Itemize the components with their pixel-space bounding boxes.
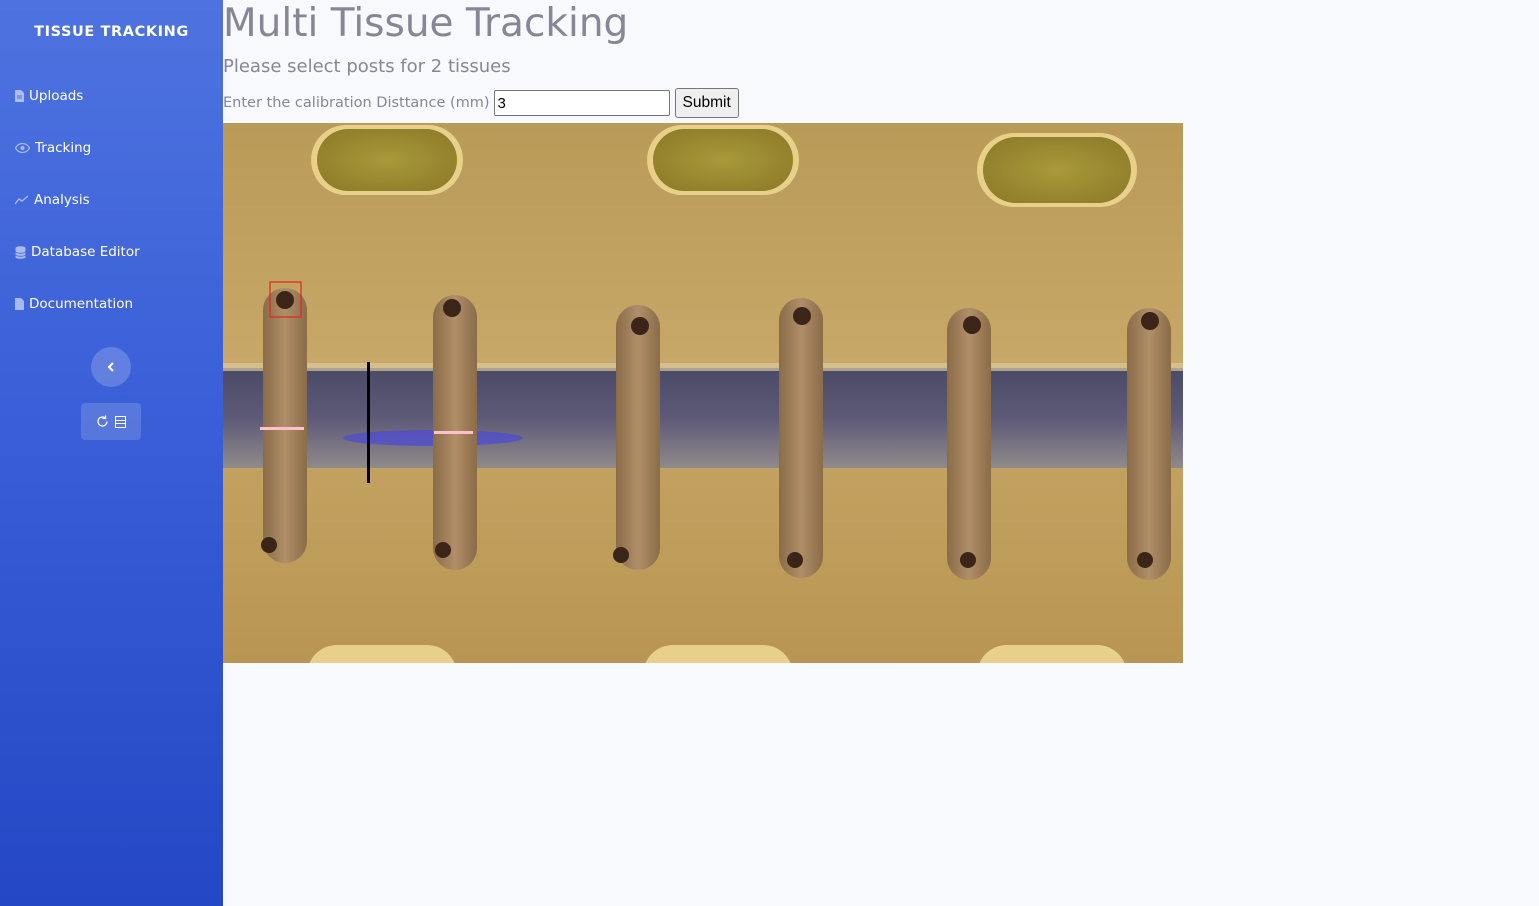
sidebar-item-label: Analysis [34, 192, 90, 208]
sidebar-item-tracking[interactable]: Tracking [15, 137, 91, 159]
page-subtitle: Please select posts for 2 tissues [223, 56, 511, 77]
sidebar-item-label: Documentation [29, 296, 134, 312]
tissue-video-frame[interactable] [223, 123, 1183, 663]
chart-line-icon [15, 195, 29, 205]
sidebar-item-label: Tracking [35, 140, 92, 156]
file-icon [15, 298, 24, 310]
tissue-marker-1 [260, 427, 304, 430]
calibration-row: Enter the calibration Disttance (mm) Sub… [223, 88, 739, 118]
sidebar: TISSUE TRACKING Uploads Tracking Analysi… [0, 0, 223, 906]
submit-button[interactable]: Submit [674, 88, 739, 118]
calibration-line [367, 362, 370, 483]
refresh-icon [97, 415, 108, 427]
sidebar-item-label: Database Editor [31, 244, 140, 260]
sidebar-brand[interactable]: TISSUE TRACKING [0, 24, 223, 40]
chevron-left-icon [107, 362, 114, 372]
tissue-marker-2 [434, 431, 473, 434]
sidebar-item-label: Uploads [29, 88, 84, 104]
sidebar-extra-button[interactable] [81, 403, 141, 440]
wells-bottom [309, 645, 1125, 663]
sidebar-toggle-button[interactable] [91, 347, 131, 387]
database-icon [15, 245, 26, 259]
page-title: Multi Tissue Tracking [223, 1, 629, 46]
list-icon [115, 415, 126, 428]
sidebar-item-documentation[interactable]: Documentation [15, 293, 133, 315]
sidebar-item-database-editor[interactable]: Database Editor [15, 241, 140, 263]
sidebar-item-uploads[interactable]: Uploads [15, 85, 83, 107]
sidebar-item-analysis[interactable]: Analysis [15, 189, 90, 211]
file-icon [15, 90, 24, 102]
eye-icon [15, 143, 30, 153]
calibration-distance-input[interactable] [493, 90, 670, 116]
calibration-label: Enter the calibration Disttance (mm) [223, 95, 490, 111]
